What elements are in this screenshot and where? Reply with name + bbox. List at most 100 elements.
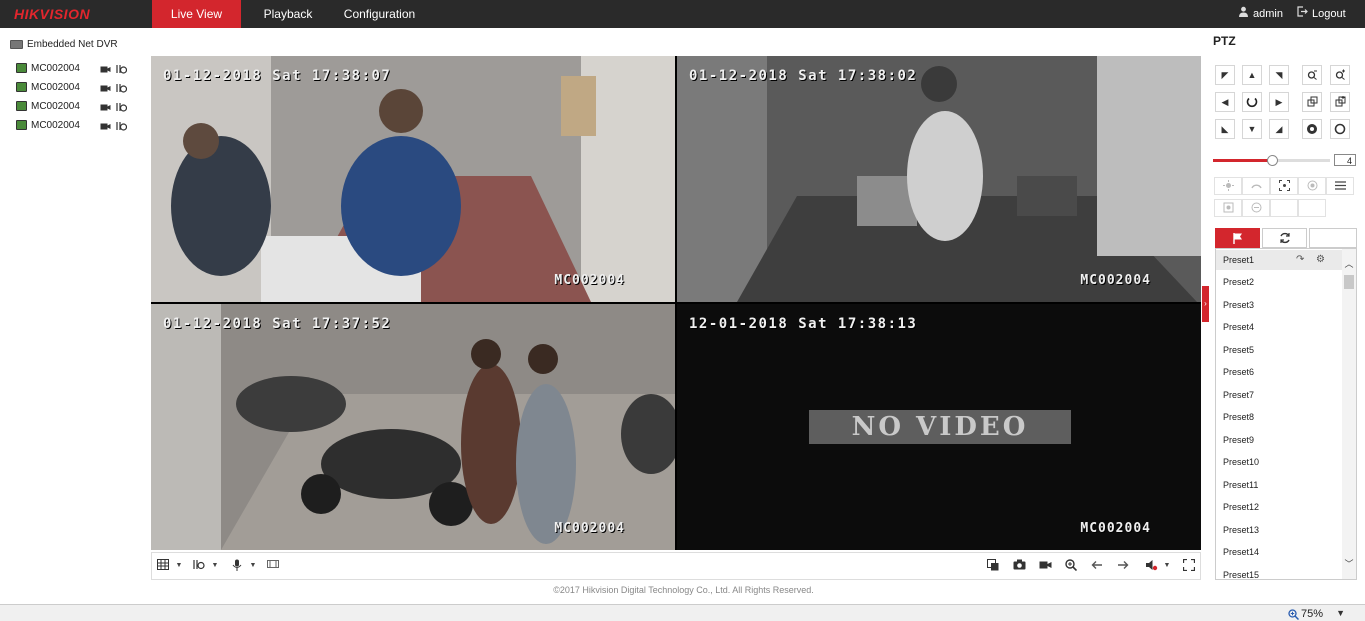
tab-playback[interactable]: Playback xyxy=(250,0,326,28)
next-page-icon[interactable] xyxy=(1116,559,1130,573)
menu-button[interactable] xyxy=(1326,177,1354,195)
tab-live-view[interactable]: Live View xyxy=(152,0,241,28)
tab-patrols[interactable] xyxy=(1262,228,1307,248)
light-icon xyxy=(1222,180,1234,191)
microphone-dropdown-icon[interactable]: ▼ xyxy=(246,559,260,573)
preset-item-13[interactable]: Preset13 xyxy=(1216,520,1342,540)
tree-camera-3[interactable]: MC002004 xyxy=(16,98,144,116)
tree-camera-2[interactable]: MC002004 xyxy=(16,79,144,97)
scrollbar-thumb[interactable] xyxy=(1344,275,1354,289)
video-wall-icon[interactable] xyxy=(266,559,280,573)
preset-item-10[interactable]: Preset10 xyxy=(1216,452,1342,472)
video-tile-3[interactable]: 01-12-2018 Sat 17:37:52 MC002004 xyxy=(151,304,675,550)
zoom-in-button[interactable] xyxy=(1330,65,1350,85)
preset-item-6[interactable]: Preset6 xyxy=(1216,362,1342,382)
layout-dropdown-icon[interactable]: ▼ xyxy=(172,559,186,573)
stream-settings-icon[interactable] xyxy=(116,83,127,93)
preset-item-1[interactable]: Preset1 ↷ ⚙ xyxy=(1216,250,1342,270)
set-preset-gear-icon[interactable]: ⚙ xyxy=(1316,250,1325,270)
preset-item-15[interactable]: Preset15 xyxy=(1216,565,1342,579)
device-tree: Embedded Net DVR xyxy=(10,36,142,54)
microphone-icon[interactable] xyxy=(230,559,244,573)
preset-item-14[interactable]: Preset14 xyxy=(1216,542,1342,562)
ptz-speed-slider[interactable] xyxy=(1213,155,1330,166)
manual-tracking-button[interactable] xyxy=(1214,199,1242,217)
stream-settings-icon[interactable] xyxy=(116,64,127,74)
focus-near-button[interactable] xyxy=(1302,92,1322,112)
ptz-left-button[interactable]: ◀ xyxy=(1215,92,1235,112)
preset-item-5[interactable]: Preset5 xyxy=(1216,340,1342,360)
video-tile-4[interactable]: 12-01-2018 Sat 17:38:13 NO VIDEO MC00200… xyxy=(677,304,1201,550)
live-video-grid: 01-12-2018 Sat 17:38:07 MC002004 01-12-2… xyxy=(151,56,1201,550)
preset-label: Preset9 xyxy=(1223,435,1255,445)
auxiliary-focus-button[interactable] xyxy=(1270,177,1298,195)
ptz-auto-scan-button[interactable] xyxy=(1242,92,1262,112)
speed-slider-handle[interactable] xyxy=(1266,155,1278,166)
user-menu[interactable]: admin xyxy=(1238,0,1283,28)
preset-scrollbar[interactable]: ︿ ﹀ xyxy=(1342,249,1356,579)
zoom-dropdown-icon[interactable]: ▼ xyxy=(1336,608,1345,618)
window-layout-icon[interactable] xyxy=(156,559,170,573)
iris-open-button[interactable] xyxy=(1302,119,1322,139)
preset-item-11[interactable]: Preset11 xyxy=(1216,475,1342,495)
lens-init-button[interactable] xyxy=(1298,177,1326,195)
scroll-up-icon[interactable]: ︿ xyxy=(1342,257,1356,271)
light-button[interactable] xyxy=(1214,177,1242,195)
ptz-up-right-button[interactable]: ◥ xyxy=(1269,65,1289,85)
preset-item-12[interactable]: Preset12 xyxy=(1216,497,1342,517)
iris-close-button[interactable] xyxy=(1330,119,1350,139)
record-icon[interactable] xyxy=(100,121,111,131)
ptz-up-left-button[interactable]: ◤ xyxy=(1215,65,1235,85)
preset-label: Preset14 xyxy=(1223,547,1260,557)
tree-camera-4[interactable]: MC002004 xyxy=(16,117,144,135)
ptz-down-button[interactable]: ▼ xyxy=(1242,119,1262,139)
record-icon[interactable] xyxy=(100,102,111,112)
scroll-down-icon[interactable]: ﹀ xyxy=(1342,557,1356,571)
volume-icon[interactable] xyxy=(1144,559,1158,573)
ptz-down-left-button[interactable]: ◣ xyxy=(1215,119,1235,139)
video-tile-1[interactable]: 01-12-2018 Sat 17:38:07 MC002004 xyxy=(151,56,675,302)
wiper-button[interactable] xyxy=(1242,177,1270,195)
tab-configuration[interactable]: Configuration xyxy=(338,0,421,28)
stream-dropdown-icon[interactable]: ▼ xyxy=(208,559,222,573)
record-icon[interactable] xyxy=(100,83,111,93)
user-icon xyxy=(1238,0,1249,28)
3d-positioning-button[interactable] xyxy=(1242,199,1270,217)
preset-item-2[interactable]: Preset2 xyxy=(1216,272,1342,292)
preset-item-4[interactable]: Preset4 xyxy=(1216,317,1342,337)
zoom-out-button[interactable] xyxy=(1302,65,1322,85)
preset-item-7[interactable]: Preset7 xyxy=(1216,385,1342,405)
logout-button[interactable]: Logout xyxy=(1297,0,1346,28)
preset-item-8[interactable]: Preset8 xyxy=(1216,407,1342,427)
channel-label: MC002004 xyxy=(554,521,625,536)
stream-settings-icon[interactable] xyxy=(116,121,127,131)
ptz-right-button[interactable]: ▶ xyxy=(1269,92,1289,112)
wiper-icon xyxy=(1250,184,1262,189)
zoom-level[interactable]: 75% xyxy=(1288,608,1323,620)
tree-camera-1[interactable]: MC002004 xyxy=(16,60,144,78)
volume-dropdown-icon[interactable]: ▼ xyxy=(1160,559,1174,573)
previous-page-icon[interactable] xyxy=(1090,559,1104,573)
timestamp-overlay: 12-01-2018 Sat 17:38:13 xyxy=(689,316,918,332)
fullscreen-icon[interactable] xyxy=(1182,558,1196,573)
ptz-down-right-button[interactable]: ◢ xyxy=(1269,119,1289,139)
focus-far-button[interactable] xyxy=(1330,92,1350,112)
tab-pattern[interactable] xyxy=(1309,228,1357,248)
camera-icon xyxy=(16,101,27,112)
record-all-icon[interactable] xyxy=(1038,559,1052,573)
tab-presets[interactable] xyxy=(1215,228,1260,248)
capture-icon[interactable] xyxy=(1012,559,1026,573)
video-tile-2[interactable]: 01-12-2018 Sat 17:38:02 MC002004 xyxy=(677,56,1201,302)
call-preset-icon[interactable]: ↷ xyxy=(1296,250,1304,270)
collapse-panel-handle[interactable]: › xyxy=(1202,286,1209,322)
stop-all-preview-icon[interactable] xyxy=(986,559,1000,573)
stream-settings-icon[interactable] xyxy=(116,102,127,112)
stream-type-icon[interactable] xyxy=(192,559,206,573)
preset-item-3[interactable]: Preset3 xyxy=(1216,295,1342,315)
tree-root-dvr[interactable]: Embedded Net DVR xyxy=(10,36,142,54)
record-icon[interactable] xyxy=(100,64,111,74)
preset-item-9[interactable]: Preset9 xyxy=(1216,430,1342,450)
digital-zoom-icon[interactable] xyxy=(1064,559,1078,573)
ptz-up-button[interactable]: ▲ xyxy=(1242,65,1262,85)
camera-label: MC002004 xyxy=(31,120,80,131)
